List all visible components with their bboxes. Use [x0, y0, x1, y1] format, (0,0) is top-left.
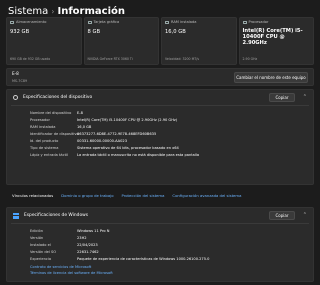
spec-value: Intel(R) Core(TM) i5-10400F CPU @ 2.90GH… — [77, 117, 178, 122]
spec-key: Tipo de sistema — [30, 145, 59, 150]
spec-key: Versión del SO — [30, 249, 57, 254]
breadcrumb-parent[interactable]: Sistema — [8, 6, 48, 17]
storage-card-label: Almacenamiento — [16, 20, 47, 24]
spec-key: Identificador de dispositivo — [30, 131, 79, 136]
windows-specs-title: Especificaciones de Windows — [24, 213, 89, 218]
spec-value: 22631.7462 — [77, 249, 99, 254]
chevron-up-icon[interactable]: ⌃ — [303, 212, 307, 218]
spec-value: 16,0 GB — [77, 124, 92, 129]
spec-value: 06373277-6D8E-4772-9E78-468EFD60B635 — [77, 131, 157, 136]
windows-specs-list: Edición Windows 11 Pro N Versión 23H2 Inst… — [7, 224, 313, 262]
spec-key: Versión — [30, 235, 44, 240]
cpu-card-value: Intel(R) Core(TM) i5-10400F CPU @ 2.90GH… — [242, 28, 303, 46]
spec-row: RAM instalada 16,0 GB — [30, 123, 313, 130]
spec-row: Versión del SO 22631.7462 — [30, 248, 313, 255]
spec-key: Nombre del dispositivo — [30, 110, 72, 115]
ram-card-label: RAM instalada — [171, 20, 197, 24]
spec-row: Id. del producto 00331-60000-00000-AA023 — [30, 137, 313, 144]
spec-row: Nombre del dispositivo E-8 — [30, 109, 313, 116]
spec-row: Tipo de sistema Sistema operativo de 64 b… — [30, 144, 313, 151]
spec-value: E-8 — [77, 110, 83, 115]
ram-card-sub: Velocidad: 3200 MT/s — [165, 57, 200, 61]
spec-value: La entrada táctil o manuscrita no está d… — [77, 152, 200, 157]
copy-windows-specs-button[interactable]: Copiar — [269, 211, 295, 220]
cpu-card-sub: 2.90 GHz — [242, 57, 258, 61]
device-name-card: E-8 MS-7C89 Cambiar el nombre de este eq… — [6, 68, 314, 86]
domain-workgroup-link[interactable]: Dominio o grupo de trabajo — [61, 193, 113, 198]
breadcrumb: Sistema › Información — [8, 4, 125, 18]
windows-legal-links: Contrato de servicios de Microsoft Térmi… — [7, 262, 313, 276]
cpu-icon — [242, 20, 247, 24]
gpu-card-label: Tarjeta gráfica — [93, 20, 120, 24]
spec-row: Experiencia Paquete de experiencia de car… — [30, 255, 313, 262]
windows-specs-header[interactable]: Especificaciones de Windows Copiar ⌃ — [7, 208, 313, 223]
gpu-card: Tarjeta gráfica 8 GB NVIDIA GeForce RTX … — [83, 17, 159, 65]
windows-specs-panel: Especificaciones de Windows Copiar ⌃ Edi… — [6, 207, 314, 282]
spec-key: Lápiz y entrada táctil — [30, 152, 68, 157]
device-name: E-8 — [12, 71, 19, 76]
ram-card-value: 16,0 GB — [165, 29, 186, 35]
related-links-label: Vínculos relacionados — [12, 192, 54, 198]
system-protection-link[interactable]: Protección del sistema — [122, 193, 165, 198]
spec-value: 23H2 — [77, 235, 87, 240]
page-title: Información — [57, 5, 125, 17]
gpu-card-sub: NVIDIA GeForce RTX 3060 Ti — [87, 57, 133, 61]
spec-row: Instalado el 22/04/2023 — [30, 241, 313, 248]
summary-cards: Almacenamiento 932 GB 690 GB de 932 GB u… — [6, 17, 314, 65]
related-links-bar: Vínculos relacionados Dominio o grupo de… — [12, 190, 241, 200]
spec-key: Edición — [30, 228, 44, 233]
gpu-card-value: 8 GB — [87, 29, 101, 35]
spec-row: Versión 23H2 — [30, 234, 313, 241]
breadcrumb-separator: › — [51, 6, 55, 16]
rename-pc-button[interactable]: Cambiar el nombre de este equipo — [234, 72, 308, 83]
device-specs-title: Especificaciones del dispositivo — [23, 95, 93, 100]
spec-value: Windows 11 Pro N — [77, 228, 110, 233]
spec-key: Experiencia — [30, 256, 52, 261]
spec-value: 00331-60000-00000-AA023 — [77, 138, 127, 143]
copy-device-specs-button[interactable]: Copiar — [269, 93, 295, 102]
storage-card: Almacenamiento 932 GB 690 GB de 932 GB u… — [6, 17, 82, 65]
storage-card-sub: 690 GB de 932 GB usado — [10, 57, 51, 61]
spec-key: Instalado el — [30, 242, 51, 247]
spec-row: Edición Windows 11 Pro N — [30, 227, 313, 234]
spec-value: Sistema operativo de 64 bits, procesador… — [77, 145, 179, 150]
ram-icon — [165, 20, 169, 24]
spec-key: RAM instalada — [30, 124, 56, 129]
cpu-card: Procesador Intel(R) Core(TM) i5-10400F C… — [238, 17, 314, 65]
device-specs-panel: Especificaciones del dispositivo Copiar … — [6, 89, 314, 185]
advanced-system-settings-link[interactable]: Configuración avanzada del sistema — [172, 193, 241, 198]
spec-row: Lápiz y entrada táctil La entrada táctil … — [30, 151, 313, 158]
spec-key: Procesador — [30, 117, 50, 122]
spec-row: Procesador Intel(R) Core(TM) i5-10400F CP… — [30, 116, 313, 123]
spec-row: Identificador de dispositivo 06373277-6D8… — [30, 130, 313, 137]
device-model: MS-7C89 — [12, 79, 28, 83]
storage-icon — [10, 20, 14, 24]
chevron-up-icon[interactable]: ⌃ — [303, 94, 307, 100]
spec-value: 22/04/2023 — [77, 242, 98, 247]
gpu-icon — [87, 20, 92, 24]
storage-card-value: 932 GB — [10, 29, 30, 35]
device-specs-header[interactable]: Especificaciones del dispositivo Copiar … — [7, 90, 313, 105]
spec-key: Id. del producto — [30, 138, 59, 143]
device-specs-list: Nombre del dispositivo E-8 Procesador Inte… — [7, 106, 313, 158]
microsoft-license-terms-link[interactable]: Términos de licencia del software de Mic… — [30, 270, 313, 276]
spec-value: Paquete de experiencia de característica… — [77, 256, 210, 261]
cpu-card-label: Procesador — [248, 20, 269, 24]
windows-logo-icon — [13, 212, 19, 219]
ram-card: RAM instalada 16,0 GB Velocidad: 3200 MT… — [161, 17, 237, 65]
info-icon — [13, 95, 18, 100]
